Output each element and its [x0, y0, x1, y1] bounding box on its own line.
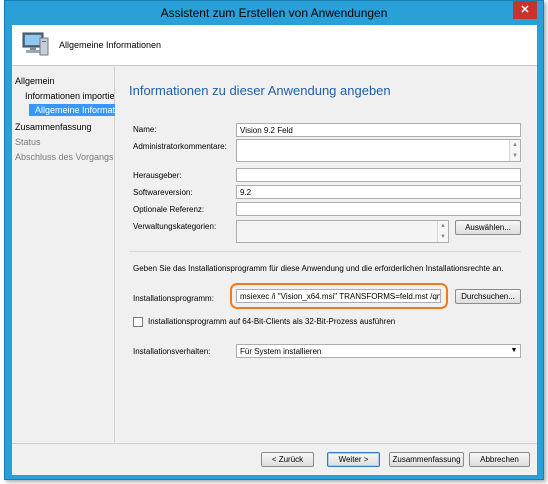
software-version-field[interactable]: 9.2	[236, 185, 521, 199]
title-bar[interactable]: Assistent zum Erstellen von Anwendungen …	[5, 1, 543, 25]
nav-item-completion: Abschluss des Vorgangs	[15, 152, 114, 162]
run-32bit-checkbox[interactable]	[133, 317, 143, 327]
publisher-label: Herausgeber:	[133, 171, 182, 180]
nav-item-general[interactable]: Allgemein	[15, 76, 55, 86]
install-behavior-label: Installationsverhalten:	[133, 347, 211, 356]
nav-item-summary[interactable]: Zusammenfassung	[15, 122, 92, 132]
cancel-button[interactable]: Abbrechen	[469, 452, 530, 467]
wizard-header: Allgemeine Informationen	[12, 25, 537, 66]
header-title: Allgemeine Informationen	[59, 40, 162, 50]
admin-comments-scrollbar[interactable]: ▲ ▼	[509, 140, 520, 161]
back-button[interactable]: < Zurück	[261, 452, 314, 467]
page-title: Informationen zu dieser Anwendung angebe…	[129, 83, 391, 98]
window-title: Assistent zum Erstellen von Anwendungen	[160, 6, 388, 20]
installer-field[interactable]: msiexec /i "Vision_x64.msi" TRANSFORMS=f…	[236, 289, 441, 303]
wizard-nav: Allgemein Informationen importieren Allg…	[12, 67, 115, 442]
nav-item-general-info[interactable]: Allgemeine Informationen	[29, 104, 115, 116]
wizard-content: Informationen zu dieser Anwendung angebe…	[116, 67, 537, 442]
installer-hint: Geben Sie das Installationsprogramm für …	[133, 264, 504, 273]
install-behavior-dropdown[interactable]: Für System installieren ▼	[236, 344, 521, 358]
wizard-window: Assistent zum Erstellen von Anwendungen …	[4, 0, 544, 480]
summary-button[interactable]: Zusammenfassung	[389, 452, 464, 467]
wizard-client-area: Allgemeine Informationen Allgemein Infor…	[12, 25, 537, 475]
admin-categories-label: Verwaltungskategorien:	[133, 222, 217, 231]
admin-comments-field[interactable]: ▲ ▼	[236, 139, 521, 162]
browse-button[interactable]: Durchsuchen...	[455, 289, 521, 304]
software-version-label: Softwareversion:	[133, 188, 193, 197]
nav-item-import-info[interactable]: Informationen importieren	[25, 91, 115, 101]
select-categories-button[interactable]: Auswählen...	[455, 220, 521, 235]
close-button[interactable]: ✕	[513, 1, 537, 19]
computer-icon	[22, 32, 49, 56]
scroll-up-icon[interactable]: ▲	[438, 221, 448, 231]
section-divider	[129, 251, 521, 252]
admin-categories-scrollbar[interactable]: ▲ ▼	[437, 221, 448, 242]
optional-reference-label: Optionale Referenz:	[133, 205, 205, 214]
optional-reference-field[interactable]	[236, 202, 521, 216]
next-button[interactable]: Weiter >	[327, 452, 380, 467]
install-behavior-value: Für System installieren	[240, 347, 322, 356]
installer-label: Installationsprogramm:	[133, 294, 214, 303]
admin-categories-field: ▲ ▼	[236, 220, 449, 243]
name-label: Name:	[133, 125, 157, 134]
admin-comments-label: Administratorkommentare:	[133, 142, 227, 151]
scroll-down-icon[interactable]: ▼	[510, 151, 520, 161]
scroll-up-icon[interactable]: ▲	[510, 140, 520, 150]
footer-divider	[12, 443, 537, 444]
close-icon: ✕	[520, 4, 530, 16]
publisher-field[interactable]	[236, 168, 521, 182]
scroll-down-icon[interactable]: ▼	[438, 232, 448, 242]
run-32bit-label: Installationsprogramm auf 64-Bit-Clients…	[148, 317, 396, 326]
nav-item-status: Status	[15, 137, 41, 147]
chevron-down-icon[interactable]: ▼	[508, 345, 520, 357]
name-field[interactable]: Vision 9.2 Feld	[236, 123, 521, 137]
